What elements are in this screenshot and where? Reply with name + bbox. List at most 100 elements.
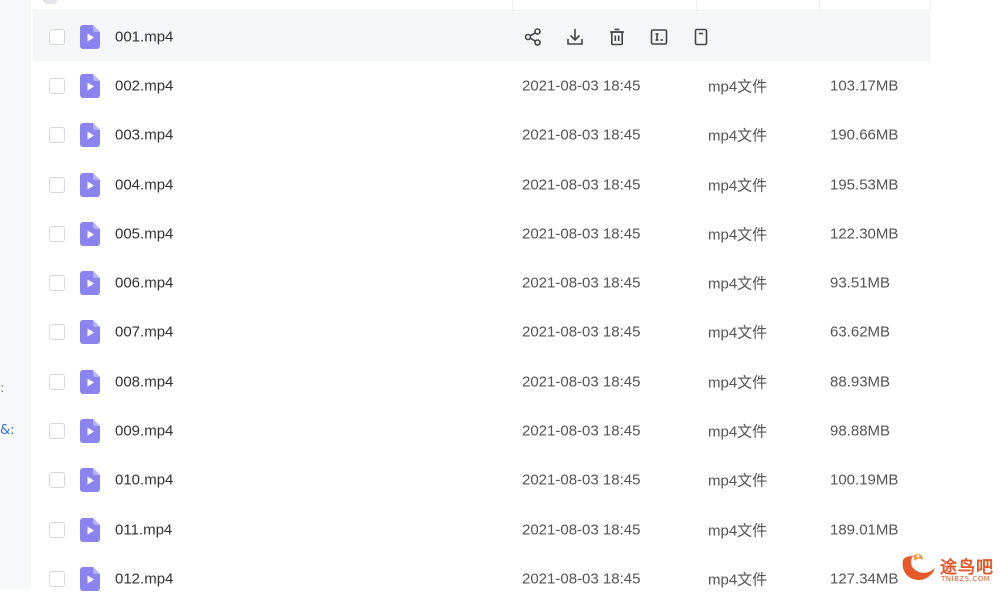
file-size: 98.88MB: [830, 422, 891, 440]
file-name[interactable]: 010.mp4: [115, 472, 173, 489]
file-modified-date: 2021-08-03 18:45: [522, 225, 641, 243]
rename-button[interactable]: [648, 26, 670, 48]
video-file-icon: [80, 73, 100, 98]
column-header-edge: [33, 0, 930, 11]
column-divider[interactable]: [696, 0, 697, 10]
file-name[interactable]: 003.mp4: [115, 127, 173, 144]
row-checkbox[interactable]: [49, 373, 65, 390]
file-size: 190.66MB: [830, 126, 899, 144]
column-divider[interactable]: [512, 0, 513, 10]
file-size: 103.17MB: [830, 77, 899, 95]
row-checkbox[interactable]: [49, 225, 65, 242]
video-file-icon: [80, 320, 100, 345]
file-row[interactable]: 010.mp4 2021-08-03 18:45 mp4文件 100.19MB: [33, 456, 930, 505]
file-size: 127.34MB: [830, 570, 899, 588]
file-row[interactable]: 012.mp4 2021-08-03 18:45 mp4文件 127.34MB: [33, 554, 930, 603]
file-row[interactable]: 005.mp4 2021-08-03 18:45 mp4文件 122.30MB: [33, 209, 930, 258]
share-button[interactable]: [522, 26, 544, 48]
file-modified-date: 2021-08-03 18:45: [522, 77, 641, 95]
file-row[interactable]: 009.mp4 2021-08-03 18:45 mp4文件 98.88MB: [33, 406, 930, 455]
bird-logo-icon: [902, 553, 935, 580]
row-checkbox[interactable]: [49, 176, 65, 193]
video-file-icon: [80, 517, 100, 542]
file-name[interactable]: 012.mp4: [115, 570, 173, 587]
file-type: mp4文件: [708, 78, 768, 96]
rename-icon: [650, 28, 668, 45]
file-type: mp4文件: [708, 324, 768, 342]
video-file-icon: [80, 566, 100, 591]
row-checkbox[interactable]: [49, 127, 65, 144]
watermark-logo: 途鸟吧 TNIBZS.COM: [897, 548, 997, 588]
more-button[interactable]: [690, 26, 712, 48]
file-row[interactable]: 008.mp4 2021-08-03 18:45 mp4文件 88.93MB: [33, 357, 930, 406]
file-size: 189.01MB: [830, 521, 899, 539]
video-file-icon: [80, 123, 100, 148]
file-name[interactable]: 005.mp4: [115, 225, 173, 242]
file-modified-date: 2021-08-03 18:45: [522, 126, 641, 144]
file-type: mp4文件: [708, 472, 768, 490]
file-row[interactable]: 003.mp4 2021-08-03 18:45 mp4文件 190.66MB: [33, 111, 930, 160]
column-divider[interactable]: [819, 0, 820, 10]
file-row[interactable]: 001.mp4: [33, 12, 930, 62]
file-row[interactable]: 002.mp4 2021-08-03 18:45 mp4文件 103.17MB: [33, 61, 930, 110]
file-name[interactable]: 001.mp4: [115, 28, 173, 45]
column-divider[interactable]: [930, 0, 931, 10]
row-checkbox[interactable]: [49, 570, 65, 587]
file-modified-date: 2021-08-03 18:45: [522, 176, 641, 194]
file-size: 100.19MB: [830, 471, 899, 489]
video-file-icon: [80, 468, 100, 493]
download-icon: [567, 28, 583, 45]
video-file-icon: [80, 24, 100, 49]
file-size: 93.51MB: [830, 274, 891, 292]
file-type: mp4文件: [708, 423, 768, 441]
file-name[interactable]: 006.mp4: [115, 275, 173, 292]
video-file-icon: [80, 221, 100, 246]
file-name[interactable]: 011.mp4: [115, 521, 172, 538]
video-file-icon: [80, 369, 100, 394]
file-type: mp4文件: [708, 522, 768, 540]
row-actions: [522, 26, 732, 48]
watermark-subtext: TNIBZS.COM: [941, 575, 991, 583]
video-file-icon: [80, 172, 100, 197]
header-checkbox-edge[interactable]: [43, 0, 57, 4]
video-file-icon: [80, 419, 100, 444]
file-name[interactable]: 004.mp4: [115, 176, 173, 193]
row-checkbox[interactable]: [49, 324, 65, 341]
file-type: mp4文件: [708, 127, 768, 145]
file-modified-date: 2021-08-03 18:45: [522, 422, 641, 440]
file-modified-date: 2021-08-03 18:45: [522, 570, 641, 588]
file-type: mp4文件: [708, 226, 768, 244]
file-modified-date: 2021-08-03 18:45: [522, 521, 641, 539]
video-file-icon: [80, 271, 100, 296]
row-checkbox[interactable]: [49, 77, 65, 94]
row-checkbox[interactable]: [49, 28, 65, 45]
row-checkbox[interactable]: [49, 472, 65, 489]
file-size: 88.93MB: [830, 373, 891, 391]
file-row[interactable]: 004.mp4 2021-08-03 18:45 mp4文件 195.53MB: [33, 160, 930, 209]
file-type: mp4文件: [708, 177, 768, 195]
row-checkbox[interactable]: [49, 275, 65, 292]
share-icon: [524, 27, 541, 46]
file-name[interactable]: 007.mp4: [115, 324, 173, 341]
row-checkbox[interactable]: [49, 521, 65, 538]
file-name[interactable]: 008.mp4: [115, 373, 173, 390]
file-modified-date: 2021-08-03 18:45: [522, 274, 641, 292]
file-size: 63.62MB: [830, 323, 891, 341]
sidebar-fragment: :: [0, 381, 5, 396]
file-type: mp4文件: [708, 275, 768, 293]
file-name[interactable]: 002.mp4: [115, 77, 173, 94]
more-icon: [694, 28, 708, 45]
download-button[interactable]: [564, 26, 586, 48]
sidebar-fragment[interactable]: &:: [0, 424, 15, 438]
file-row[interactable]: 006.mp4 2021-08-03 18:45 mp4文件 93.51MB: [33, 258, 930, 307]
file-name[interactable]: 009.mp4: [115, 423, 173, 440]
row-checkbox[interactable]: [49, 423, 65, 440]
file-row[interactable]: 011.mp4 2021-08-03 18:45 mp4文件 189.01MB: [33, 505, 930, 554]
file-row[interactable]: 007.mp4 2021-08-03 18:45 mp4文件 63.62MB: [33, 308, 930, 357]
file-modified-date: 2021-08-03 18:45: [522, 373, 641, 391]
delete-icon: [610, 28, 624, 45]
delete-button[interactable]: [606, 26, 628, 48]
file-size: 195.53MB: [830, 176, 899, 194]
file-modified-date: 2021-08-03 18:45: [522, 323, 641, 341]
file-list: 001.mp4 002.mp4 2021-08-03 18:45 mp4文件 103.1…: [33, 12, 930, 604]
